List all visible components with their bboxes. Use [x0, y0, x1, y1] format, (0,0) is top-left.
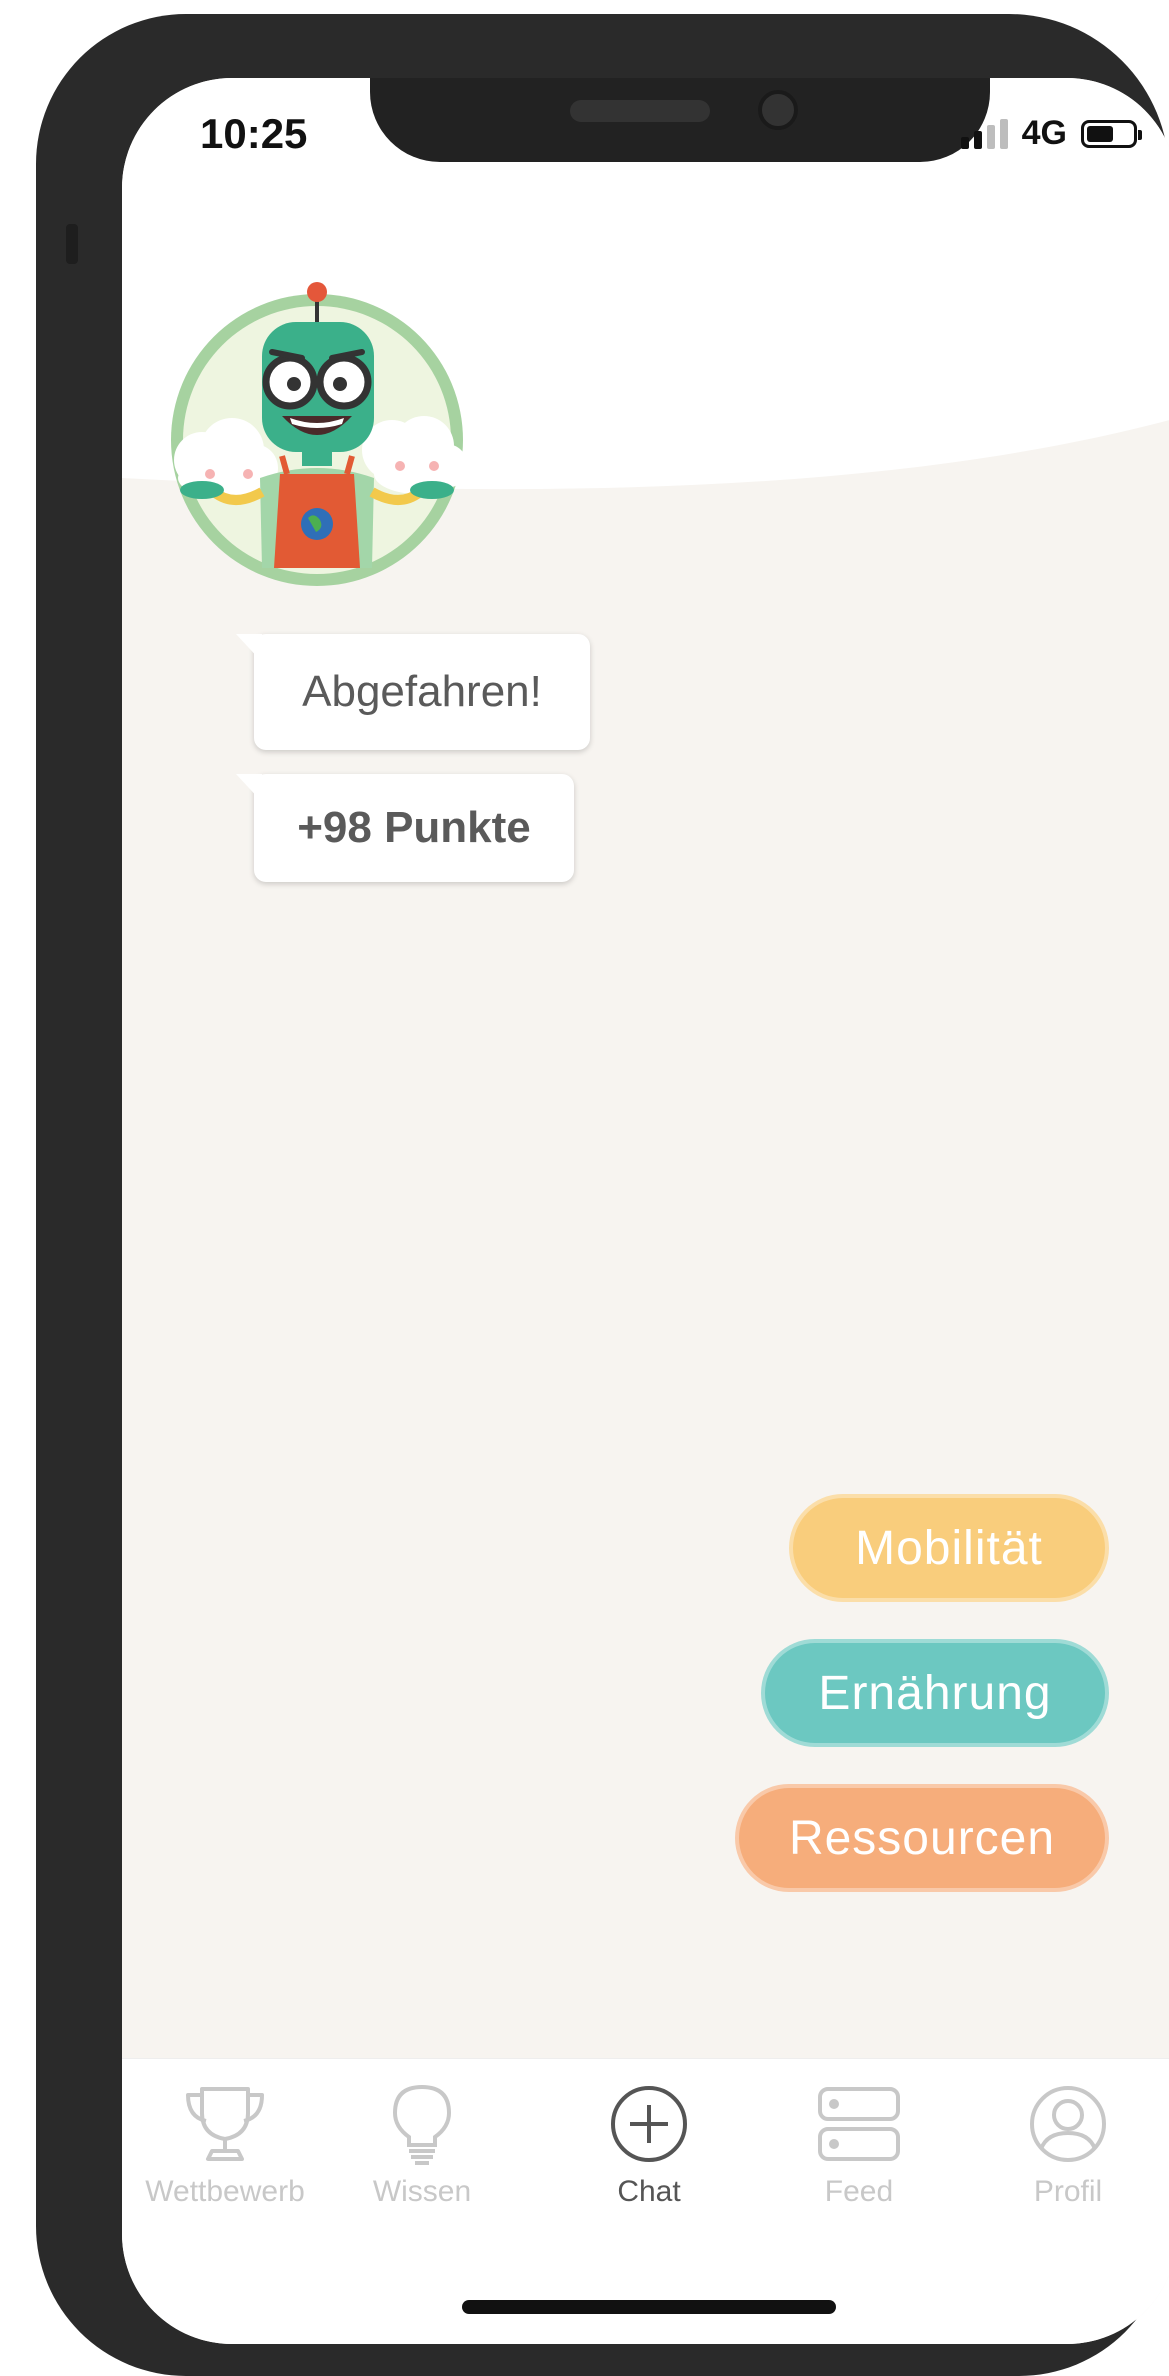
tab-chat[interactable]: Chat [549, 2083, 749, 2209]
lightbulb-icon [392, 2084, 452, 2165]
ressourcen-button[interactable]: Ressourcen [735, 1784, 1109, 1892]
robot-mascot-icon [171, 282, 468, 586]
signal-icon [960, 118, 1008, 149]
tab-wettbewerb[interactable]: Wettbewerb [125, 2083, 325, 2209]
tab-profil[interactable]: Profil [968, 2083, 1168, 2209]
plus-circle-icon [611, 2086, 687, 2162]
feed-icon [818, 2087, 900, 2161]
tab-feed[interactable]: Feed [759, 2083, 959, 2209]
tab-label-feed: Feed [824, 2175, 894, 2208]
mobilitaet-button[interactable]: Mobilität [789, 1494, 1109, 1602]
status-time: 10:25 [200, 110, 308, 157]
battery-icon [1081, 119, 1142, 148]
home-indicator [462, 2300, 836, 2314]
phone-frame: 10:25 4G Abgefahren! +98 Punkte Mobilitä… [36, 14, 1169, 2376]
speaker-grille [570, 100, 710, 122]
network-label: 4G [1021, 114, 1067, 152]
camera-icon [758, 90, 798, 130]
tab-wissen[interactable]: Wissen [322, 2083, 522, 2209]
tab-label-profil: Profil [1033, 2175, 1103, 2208]
ernaehrung-button[interactable]: Ernährung [761, 1639, 1109, 1747]
points-message-bubble: +98 Punkte [236, 774, 574, 882]
status-indicators: 4G [960, 114, 1142, 153]
trophy-icon [186, 2087, 264, 2161]
notch [370, 78, 990, 162]
tab-label-wissen: Wissen [372, 2175, 472, 2208]
chat-message-bubble: Abgefahren! [236, 634, 590, 750]
tab-label-chat: Chat [617, 2175, 681, 2208]
tab-label-wettbewerb: Wettbewerb [145, 2175, 305, 2208]
app-screen: 10:25 4G Abgefahren! +98 Punkte Mobilitä… [122, 78, 1169, 2344]
profile-icon [1030, 2086, 1106, 2162]
side-button [66, 224, 78, 264]
